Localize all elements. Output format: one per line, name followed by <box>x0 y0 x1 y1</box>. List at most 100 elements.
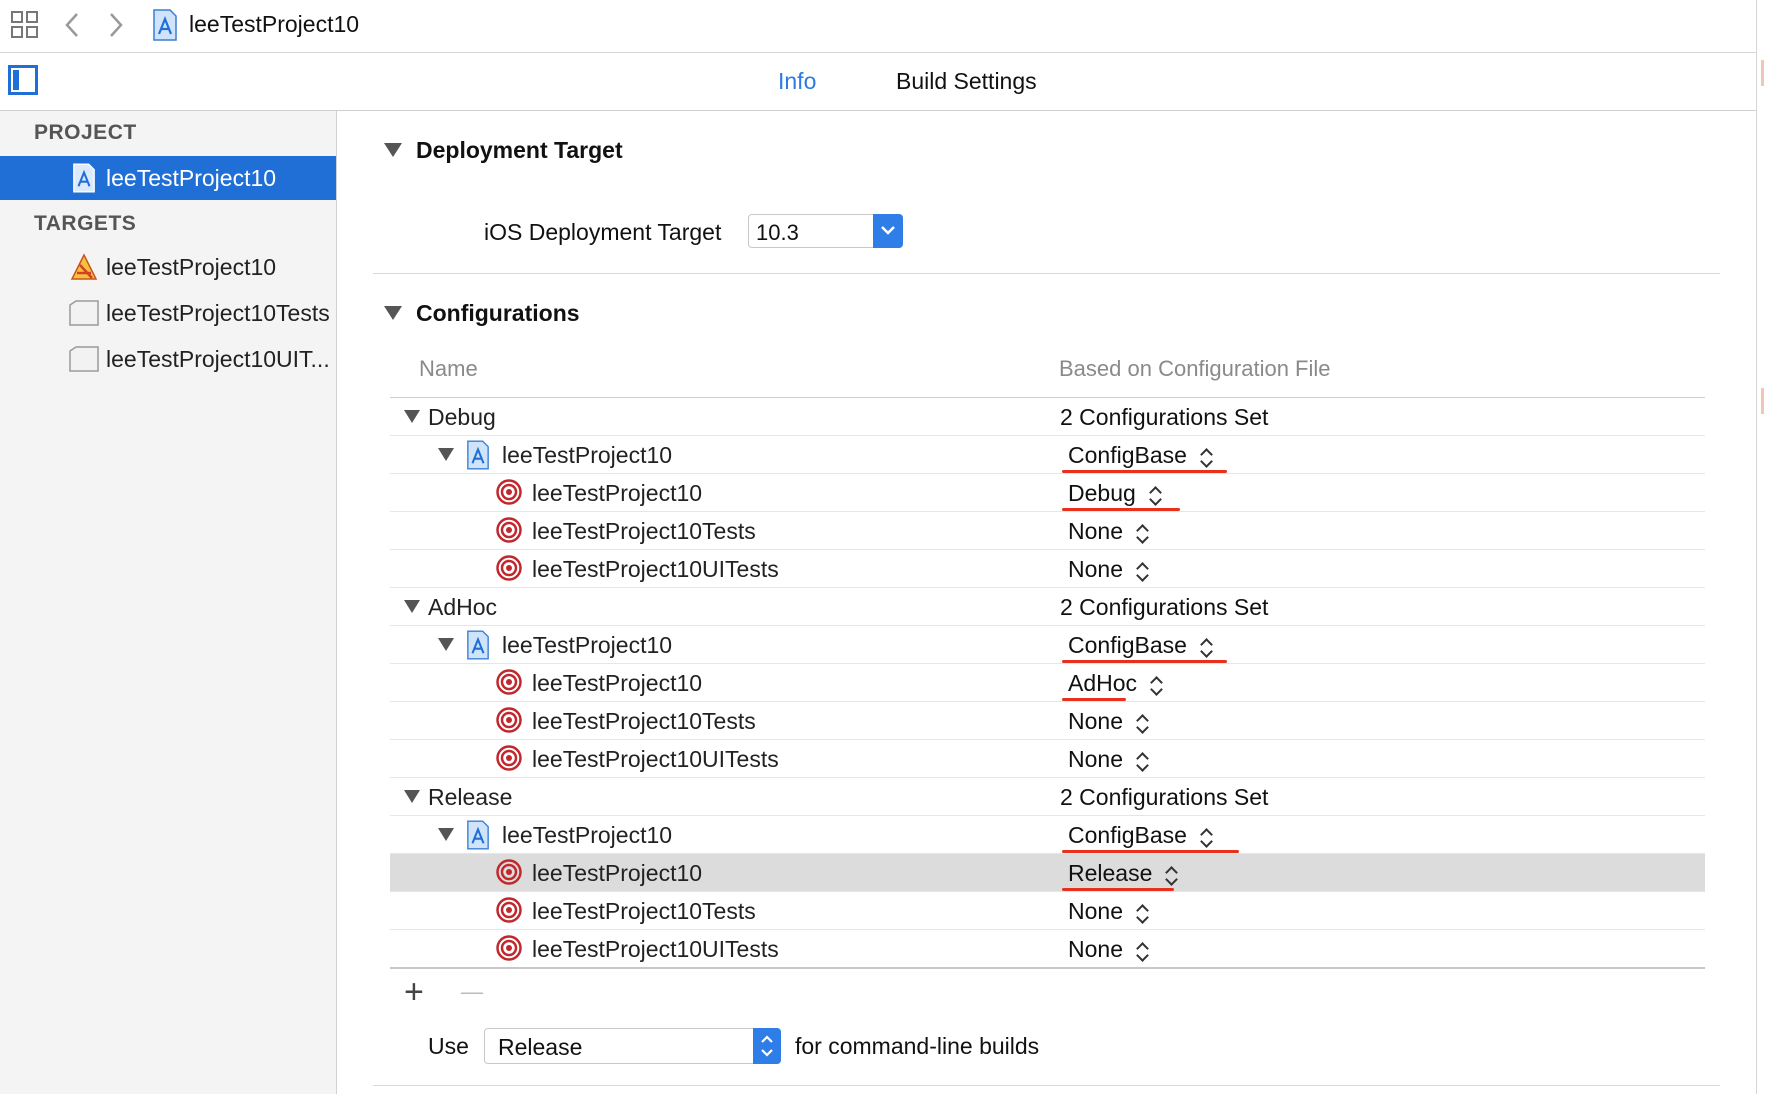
stepper-icon[interactable] <box>1135 750 1149 772</box>
stepper-icon[interactable] <box>1164 864 1178 886</box>
scroll-marker <box>1761 388 1764 414</box>
disclosure-triangle-icon[interactable] <box>438 638 454 651</box>
config-file-popup[interactable]: ConfigBase <box>1068 442 1213 469</box>
sidebar-item-project[interactable]: leeTestProject10 <box>0 156 336 200</box>
config-project-name: leeTestProject10 <box>502 822 673 848</box>
config-project-row[interactable]: leeTestProject10 ConfigBase <box>390 436 1705 474</box>
scrollbar-track[interactable] <box>1756 0 1770 1094</box>
stepper-icon[interactable] <box>1135 560 1149 582</box>
config-file-popup[interactable]: None <box>1068 518 1149 545</box>
config-file-value: None <box>1068 708 1123 734</box>
config-file-value: Debug <box>1068 480 1136 506</box>
sidebar-toggle-icon[interactable] <box>8 65 38 95</box>
stepper-icon[interactable] <box>753 1028 781 1064</box>
command-line-suffix: for command-line builds <box>795 1033 1040 1059</box>
grid-icon[interactable] <box>10 10 40 40</box>
config-file-popup[interactable]: None <box>1068 708 1149 735</box>
annotation-underline <box>1062 660 1227 663</box>
config-file-value: None <box>1068 898 1123 924</box>
project-navigator: PROJECT leeTestProject10 TARGETS leeTest… <box>0 111 337 1094</box>
stepper-icon[interactable] <box>1135 940 1149 962</box>
stepper-icon[interactable] <box>1135 522 1149 544</box>
project-file-icon <box>72 163 96 198</box>
table-bottom-border <box>390 967 1705 969</box>
deployment-target-value: 10.3 <box>756 220 799 245</box>
target-icon <box>496 745 522 771</box>
stepper-icon[interactable] <box>1148 484 1162 506</box>
config-file-popup[interactable]: None <box>1068 898 1149 925</box>
config-target-row[interactable]: leeTestProject10UITests None <box>390 740 1705 778</box>
disclosure-triangle-icon[interactable] <box>384 143 402 157</box>
scroll-marker <box>1761 60 1764 86</box>
disclosure-triangle-icon[interactable] <box>404 410 420 423</box>
breadcrumb-project[interactable]: leeTestProject10 <box>189 11 359 38</box>
config-file-popup[interactable]: None <box>1068 556 1149 583</box>
config-project-row[interactable]: leeTestProject10 ConfigBase <box>390 626 1705 664</box>
config-group-row[interactable]: AdHoc 2 Configurations Set <box>390 588 1705 626</box>
disclosure-triangle-icon[interactable] <box>404 600 420 613</box>
config-group-name: AdHoc <box>428 594 498 620</box>
config-target-row[interactable]: leeTestProject10Tests None <box>390 702 1705 740</box>
sidebar-item-target[interactable]: leeTestProject10 <box>0 245 336 289</box>
back-chevron-icon[interactable] <box>62 10 82 40</box>
config-group-summary: 2 Configurations Set <box>1060 594 1269 620</box>
test-target-icon <box>68 345 100 378</box>
config-project-row[interactable]: leeTestProject10 ConfigBase <box>390 816 1705 854</box>
disclosure-triangle-icon[interactable] <box>384 306 402 320</box>
editor-tab-bar: Info Build Settings <box>0 53 1756 111</box>
config-target-name: leeTestProject10UITests <box>532 556 779 582</box>
stepper-icon[interactable] <box>1199 826 1213 848</box>
sidebar-item-label: leeTestProject10Tests <box>106 300 330 326</box>
config-target-row[interactable]: leeTestProject10 Release <box>390 854 1705 892</box>
stepper-icon[interactable] <box>1135 712 1149 734</box>
config-file-value: None <box>1068 746 1123 772</box>
disclosure-triangle-icon[interactable] <box>438 828 454 841</box>
toolbar: leeTestProject10 <box>0 0 1756 53</box>
config-file-value: ConfigBase <box>1068 632 1187 658</box>
config-group-row[interactable]: Debug 2 Configurations Set <box>390 398 1705 436</box>
config-file-value: None <box>1068 936 1123 962</box>
stepper-icon[interactable] <box>1149 674 1163 696</box>
config-file-popup[interactable]: Debug <box>1068 480 1162 507</box>
config-file-value: AdHoc <box>1068 670 1138 696</box>
project-file-icon <box>466 440 490 475</box>
remove-configuration-button[interactable]: — <box>461 979 483 1005</box>
config-target-row[interactable]: leeTestProject10UITests None <box>390 930 1705 968</box>
disclosure-triangle-icon[interactable] <box>438 448 454 461</box>
section-divider <box>373 273 1720 274</box>
stepper-icon[interactable] <box>1199 636 1213 658</box>
config-group-name: Debug <box>428 404 496 430</box>
tab-info[interactable]: Info <box>778 68 816 95</box>
config-file-popup[interactable]: ConfigBase <box>1068 632 1213 659</box>
forward-chevron-icon[interactable] <box>106 10 126 40</box>
deployment-target-combo[interactable]: 10.3 <box>748 214 903 248</box>
stepper-icon[interactable] <box>1135 902 1149 924</box>
disclosure-triangle-icon[interactable] <box>404 790 420 803</box>
column-header-based-on: Based on Configuration File <box>1059 356 1331 381</box>
config-file-popup[interactable]: None <box>1068 746 1149 773</box>
popup-chevron-icon[interactable] <box>873 214 903 248</box>
sidebar-item-target[interactable]: leeTestProject10Tests <box>0 291 336 335</box>
config-file-popup[interactable]: AdHoc <box>1068 670 1163 697</box>
config-target-row[interactable]: leeTestProject10Tests None <box>390 892 1705 930</box>
target-icon <box>496 897 522 923</box>
sidebar-item-target[interactable]: leeTestProject10UIT... <box>0 337 336 381</box>
annotation-underline <box>1062 470 1227 473</box>
tab-build-settings[interactable]: Build Settings <box>896 68 1037 95</box>
config-file-value: None <box>1068 556 1123 582</box>
config-target-row[interactable]: leeTestProject10 Debug <box>390 474 1705 512</box>
command-line-config-popup[interactable]: Release <box>484 1028 781 1064</box>
add-configuration-button[interactable]: + <box>404 973 424 1012</box>
config-target-row[interactable]: leeTestProject10 AdHoc <box>390 664 1705 702</box>
config-target-row[interactable]: leeTestProject10UITests None <box>390 550 1705 588</box>
config-file-popup[interactable]: None <box>1068 936 1149 963</box>
config-target-row[interactable]: leeTestProject10Tests None <box>390 512 1705 550</box>
target-icon <box>496 859 522 885</box>
config-file-popup[interactable]: ConfigBase <box>1068 822 1213 849</box>
config-file-popup[interactable]: Release <box>1068 860 1178 887</box>
target-icon <box>496 555 522 581</box>
config-target-name: leeTestProject10Tests <box>532 518 756 544</box>
config-file-value: ConfigBase <box>1068 822 1187 848</box>
config-group-row[interactable]: Release 2 Configurations Set <box>390 778 1705 816</box>
stepper-icon[interactable] <box>1199 446 1213 468</box>
